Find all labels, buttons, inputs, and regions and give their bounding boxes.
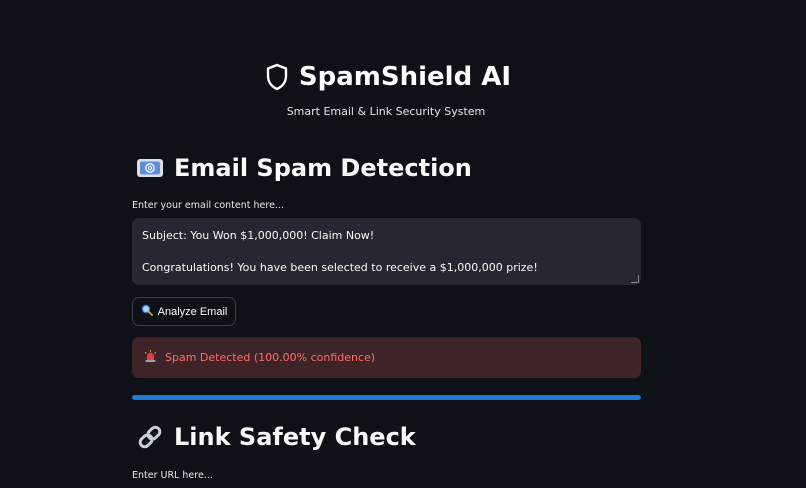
app-subtitle: Smart Email & Link Security System — [286, 105, 486, 118]
url-input-label: Enter URL here... — [132, 470, 213, 481]
app-page: SpamShield AI Smart Email & Link Securit… — [0, 0, 806, 488]
siren-icon — [144, 349, 157, 366]
link-section-title: Link Safety Check — [174, 423, 416, 451]
email-line-subject: Subject: You Won $1,000,000! Claim Now! — [142, 229, 375, 242]
app-title: SpamShield AI — [298, 62, 512, 92]
analyze-button-label: Analyze Email — [157, 305, 228, 318]
email-input-label: Enter your email content here... — [132, 200, 284, 211]
magnifier-icon — [141, 304, 153, 319]
spam-result-text: Spam Detected (100.00% confidence) — [165, 351, 376, 364]
analyze-email-button[interactable]: Analyze Email — [132, 297, 236, 326]
email-section-heading: Email Spam Detection — [136, 154, 472, 182]
email-section-title: Email Spam Detection — [174, 154, 472, 182]
link-section-heading: Link Safety Check — [136, 423, 416, 451]
link-icon — [136, 423, 164, 451]
email-line-body: Congratulations! You have been selected … — [142, 261, 538, 274]
email-line-blank — [142, 244, 631, 260]
email-icon — [136, 154, 164, 182]
app-header: SpamShield AI — [0, 62, 776, 92]
resize-handle[interactable] — [631, 275, 639, 283]
spam-result-alert: Spam Detected (100.00% confidence) — [132, 337, 641, 378]
email-content-textarea[interactable]: Subject: You Won $1,000,000! Claim Now! … — [132, 218, 641, 285]
confidence-progress-bar — [132, 395, 641, 400]
confidence-progress-fill — [132, 395, 641, 400]
shield-icon — [265, 63, 289, 91]
